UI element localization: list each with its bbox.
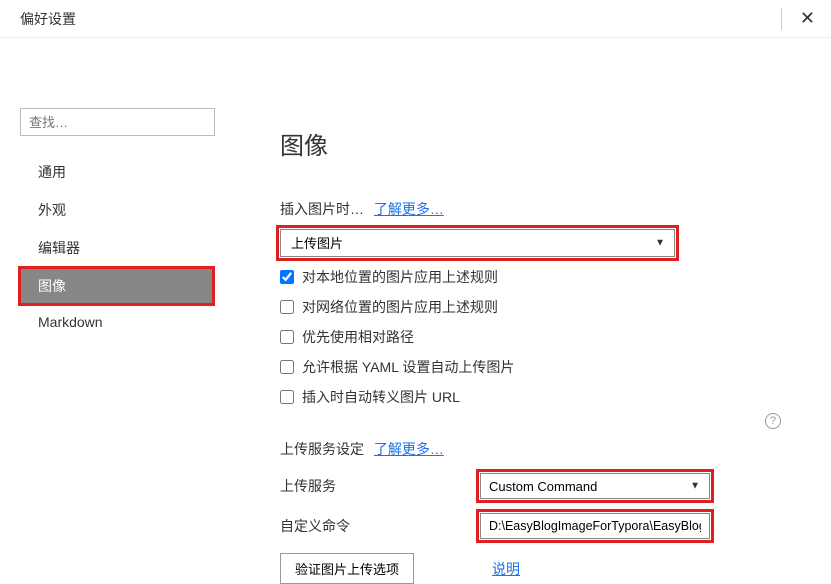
insert-action-select-wrapper: 上传图片 ▼ xyxy=(280,229,675,257)
content: 通用 外观 编辑器 图像 Markdown 图像 插入图片时… 了解更多… 上传… xyxy=(0,38,831,567)
sidebar-item-editor[interactable]: 编辑器 xyxy=(20,230,213,266)
close-icon[interactable]: ✕ xyxy=(800,8,815,29)
checkbox-label: 对本地位置的图片应用上述规则 xyxy=(302,267,498,287)
checkbox-relative-path[interactable]: 优先使用相对路径 xyxy=(280,327,781,347)
sidebar-item-appearance[interactable]: 外观 xyxy=(20,192,213,228)
sidebar: 通用 外观 编辑器 图像 Markdown xyxy=(0,38,225,567)
custom-command-input-wrapper xyxy=(480,513,710,539)
page-title: 图像 xyxy=(280,126,781,161)
insert-section: 插入图片时… 了解更多… 上传图片 ▼ 对本地位置的图片应用上述规则 对网络位置… xyxy=(280,199,781,407)
sidebar-item-image[interactable]: 图像 xyxy=(20,268,213,304)
upload-learn-more-link[interactable]: 了解更多… xyxy=(374,441,444,457)
search-input[interactable] xyxy=(20,108,215,136)
upload-section: 上传服务设定 了解更多… 上传服务 Custom Command ▼ 自定义命令 xyxy=(280,439,781,584)
sidebar-item-general[interactable]: 通用 xyxy=(20,154,213,190)
custom-command-label: 自定义命令 xyxy=(280,516,480,536)
checkbox-relative-path-input[interactable] xyxy=(280,330,294,344)
checkbox-network-rule-input[interactable] xyxy=(280,300,294,314)
test-upload-button[interactable]: 验证图片上传选项 xyxy=(280,553,414,584)
titlebar: 偏好设置 ✕ xyxy=(0,0,831,38)
custom-command-input[interactable] xyxy=(480,513,710,539)
insert-checkboxes: 对本地位置的图片应用上述规则 对网络位置的图片应用上述规则 优先使用相对路径 允… xyxy=(280,267,781,407)
sidebar-item-markdown[interactable]: Markdown xyxy=(20,306,213,338)
main-panel: 图像 插入图片时… 了解更多… 上传图片 ▼ 对本地位置的图片应用上述规则 对网… xyxy=(225,38,831,567)
checkbox-local-rule[interactable]: 对本地位置的图片应用上述规则 xyxy=(280,267,781,287)
checkbox-escape-url-input[interactable] xyxy=(280,390,294,404)
upload-actions-row: 验证图片上传选项 说明 xyxy=(280,553,781,584)
upload-section-label: 上传服务设定 xyxy=(280,441,364,457)
insert-action-select[interactable]: 上传图片 xyxy=(280,229,675,257)
upload-service-select[interactable]: Custom Command xyxy=(480,473,710,499)
custom-command-row: 自定义命令 xyxy=(280,513,781,539)
insert-learn-more-link[interactable]: 了解更多… xyxy=(374,201,444,217)
checkbox-label: 允许根据 YAML 设置自动上传图片 xyxy=(302,357,514,377)
checkbox-yaml-upload[interactable]: 允许根据 YAML 设置自动上传图片 xyxy=(280,357,781,377)
divider xyxy=(781,8,782,30)
upload-service-select-wrapper: Custom Command ▼ xyxy=(480,473,710,499)
insert-label: 插入图片时… xyxy=(280,201,364,217)
checkbox-yaml-upload-input[interactable] xyxy=(280,360,294,374)
checkbox-escape-url[interactable]: 插入时自动转义图片 URL xyxy=(280,387,781,407)
checkbox-label: 对网络位置的图片应用上述规则 xyxy=(302,297,498,317)
upload-service-row: 上传服务 Custom Command ▼ xyxy=(280,473,781,499)
upload-service-label: 上传服务 xyxy=(280,476,480,496)
titlebar-controls: ✕ xyxy=(781,8,815,30)
checkbox-label: 优先使用相对路径 xyxy=(302,327,414,347)
checkbox-label: 插入时自动转义图片 URL xyxy=(302,387,460,407)
help-icon[interactable]: ? xyxy=(765,413,781,429)
window-title: 偏好设置 xyxy=(20,9,76,29)
upload-help-link[interactable]: 说明 xyxy=(492,559,520,579)
checkbox-network-rule[interactable]: 对网络位置的图片应用上述规则 xyxy=(280,297,781,317)
checkbox-local-rule-input[interactable] xyxy=(280,270,294,284)
